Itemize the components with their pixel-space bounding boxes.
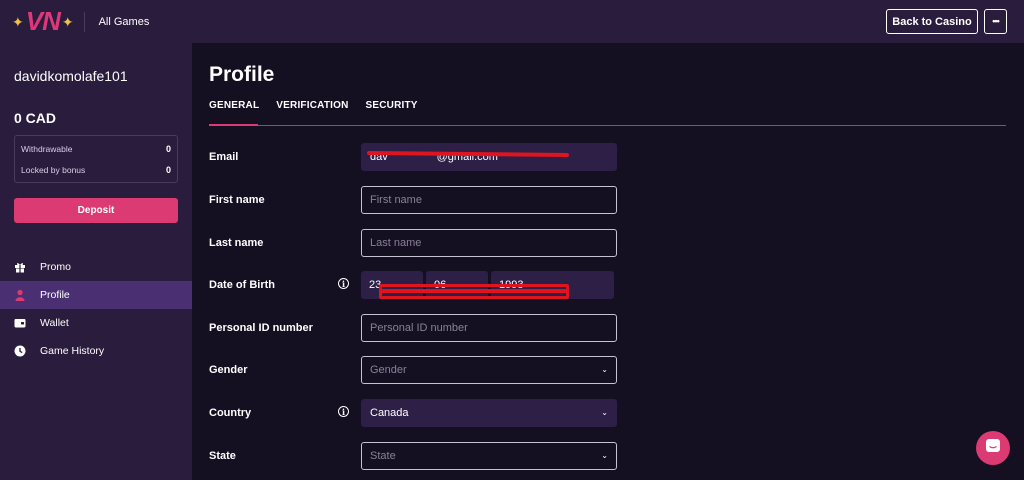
withdrawable-row: Withdrawable 0	[21, 144, 171, 154]
more-options-button[interactable]: •••	[984, 9, 1007, 34]
personal-id-field[interactable]	[361, 314, 617, 342]
sidebar-item-profile[interactable]: Profile	[0, 281, 192, 309]
sidebar-item-label: Promo	[40, 261, 71, 273]
sidebar-item-label: Profile	[40, 289, 70, 301]
first-name-field[interactable]	[361, 186, 617, 214]
sidebar: davidkomolafe101 0 CAD Withdrawable 0 Lo…	[0, 43, 192, 480]
chevron-down-icon: ⌄	[601, 451, 608, 460]
locked-label: Locked by bonus	[21, 165, 86, 175]
info-icon[interactable]: i	[338, 406, 349, 417]
withdrawable-label: Withdrawable	[21, 144, 73, 154]
chevron-down-icon: ⌄	[601, 365, 608, 374]
info-icon[interactable]: i	[338, 278, 349, 289]
divider	[83, 11, 85, 32]
sparkle-icon: ✦	[12, 13, 24, 30]
back-to-casino-button[interactable]: Back to Casino	[886, 9, 978, 34]
active-tab-indicator	[209, 124, 258, 126]
email-label: Email	[209, 151, 239, 163]
gender-select[interactable]: Gender ⌄	[361, 356, 617, 384]
first-name-row: First name	[209, 186, 617, 214]
sidebar-nav: Promo Profile Wallet Game History	[0, 253, 192, 365]
top-bar: ✦ VN ✦ All Games Back to Casino •••	[0, 0, 1024, 43]
state-label: State	[209, 450, 236, 462]
personal-id-row: Personal ID number	[209, 314, 617, 342]
brand-logo[interactable]: ✦ VN ✦	[12, 0, 74, 43]
sparkle-icon: ✦	[61, 13, 74, 30]
sidebar-item-wallet[interactable]: Wallet	[0, 309, 192, 337]
tab-verification[interactable]: VERIFICATION	[276, 100, 348, 111]
last-name-row: Last name	[209, 229, 617, 257]
email-row: Email	[209, 143, 617, 171]
gift-icon	[13, 261, 26, 274]
chat-launcher-button[interactable]	[976, 431, 1010, 465]
dob-label: Date of Birth	[209, 279, 275, 291]
sidebar-item-promo[interactable]: Promo	[0, 253, 192, 281]
ellipsis-icon: •••	[992, 16, 1000, 26]
redaction-mark	[379, 289, 567, 293]
dob-row: Date of Birth i 23 06 1993	[209, 271, 617, 299]
profile-tabs: GENERAL VERIFICATION SECURITY	[209, 100, 435, 111]
tab-general[interactable]: GENERAL	[209, 100, 259, 111]
logo-text: VN	[25, 6, 61, 36]
personal-id-label: Personal ID number	[209, 322, 313, 334]
state-select[interactable]: State ⌄	[361, 442, 617, 470]
chevron-down-icon: ⌄	[601, 408, 608, 417]
user-icon	[13, 289, 26, 302]
gender-label: Gender	[209, 364, 248, 376]
state-select-value: State	[370, 450, 396, 462]
deposit-button[interactable]: Deposit	[14, 198, 178, 223]
first-name-label: First name	[209, 194, 265, 206]
state-row: State State ⌄	[209, 442, 617, 470]
wallet-icon	[13, 317, 26, 330]
gender-select-value: Gender	[370, 364, 407, 376]
sidebar-item-game-history[interactable]: Game History	[0, 337, 192, 365]
page-title: Profile	[209, 63, 275, 86]
balance-breakdown: Withdrawable 0 Locked by bonus 0	[14, 135, 178, 183]
sidebar-item-label: Game History	[40, 345, 105, 357]
all-games-link[interactable]: All Games	[99, 16, 150, 28]
locked-row: Locked by bonus 0	[21, 165, 171, 175]
last-name-label: Last name	[209, 237, 264, 249]
balance: 0 CAD	[14, 110, 57, 126]
chat-icon	[985, 438, 1001, 459]
clock-icon	[13, 345, 26, 358]
email-field[interactable]	[361, 143, 617, 171]
username: davidkomolafe101	[14, 68, 128, 84]
sidebar-item-label: Wallet	[40, 317, 69, 329]
main-content: Profile GENERAL VERIFICATION SECURITY Em…	[192, 43, 1024, 480]
tabs-divider	[209, 125, 1006, 126]
country-label: Country	[209, 407, 252, 419]
withdrawable-value: 0	[165, 144, 171, 154]
locked-value: 0	[165, 165, 171, 175]
gender-row: Gender Gender ⌄	[209, 356, 617, 384]
tab-security[interactable]: SECURITY	[366, 100, 418, 111]
country-select-value: Canada	[370, 407, 409, 419]
country-row: Country i Canada ⌄	[209, 399, 617, 427]
last-name-field[interactable]	[361, 229, 617, 257]
country-select[interactable]: Canada ⌄	[361, 399, 617, 427]
